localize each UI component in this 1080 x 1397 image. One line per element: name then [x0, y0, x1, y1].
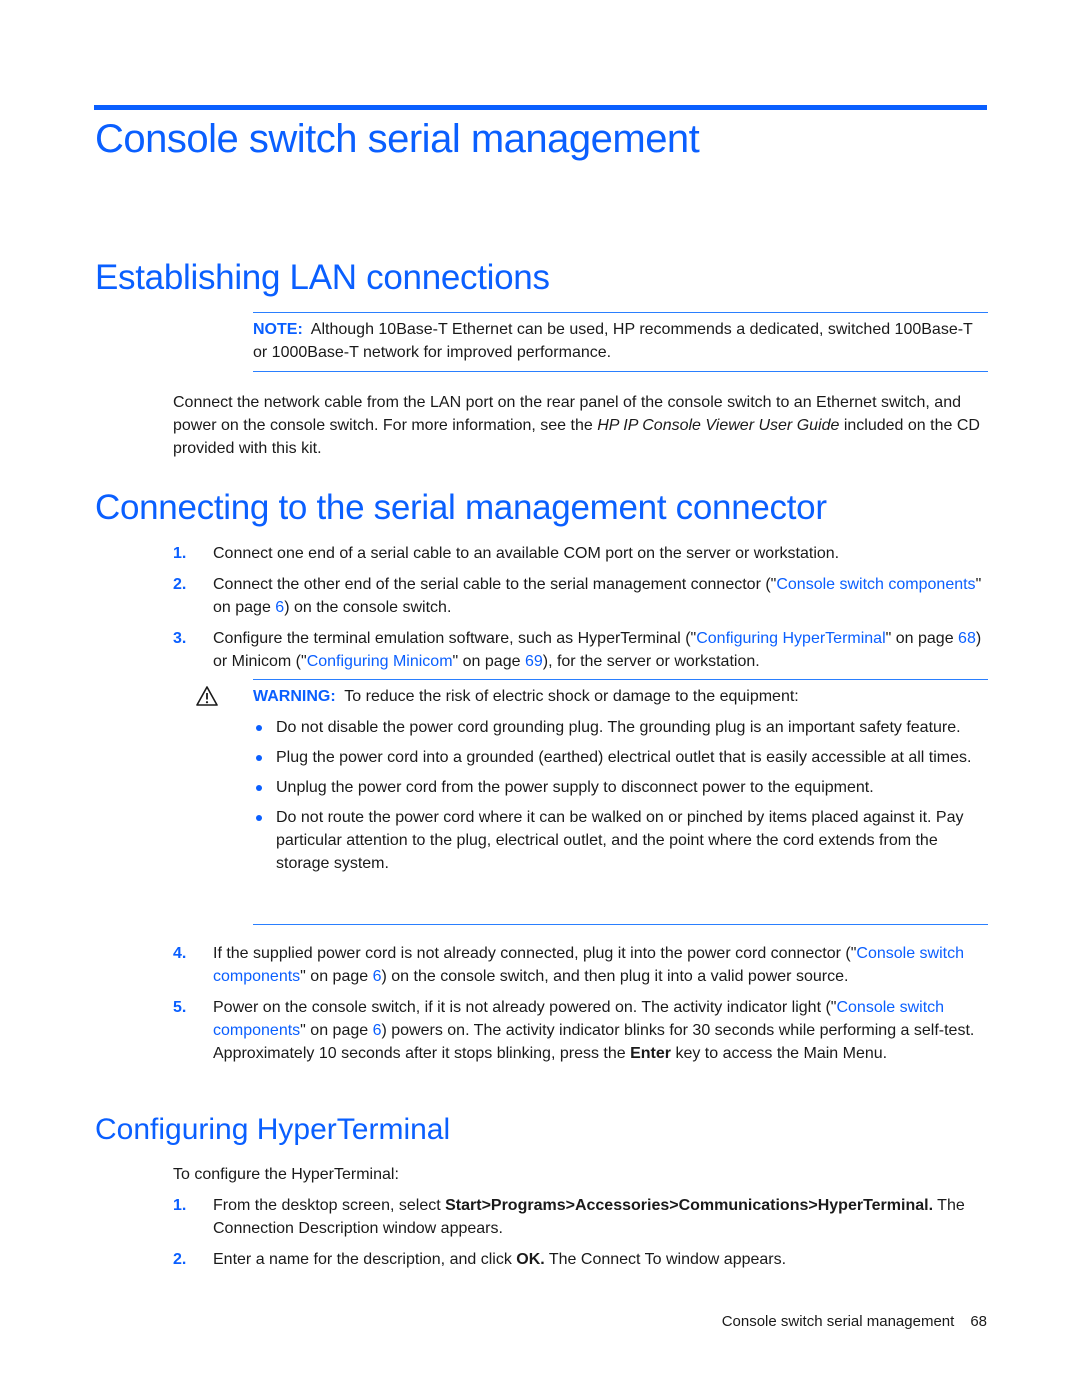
- step-text: Enter a name for the description, and cl…: [213, 1251, 517, 1268]
- bullet-item: Do not disable the power cord grounding …: [253, 716, 988, 739]
- step-item: 1. Connect one end of a serial cable to …: [173, 542, 988, 565]
- step-number: 1.: [173, 545, 187, 562]
- link-page-69[interactable]: 69: [525, 653, 543, 670]
- enter-key-label: Enter: [630, 1045, 672, 1062]
- chapter-title: Console switch serial management: [95, 117, 700, 161]
- menu-path: Start>Programs>Accessories>Communication…: [445, 1197, 934, 1214]
- ok-label: OK.: [516, 1251, 545, 1268]
- bullet-item: Plug the power cord into a grounded (ear…: [253, 746, 988, 769]
- step-text: key to access the Main Menu.: [671, 1045, 888, 1062]
- step-number: 2.: [173, 1251, 187, 1268]
- warning-triangle-icon: [196, 686, 218, 711]
- guide-title: HP IP Console Viewer User Guide: [597, 417, 840, 434]
- lan-paragraph: Connect the network cable from the LAN p…: [173, 391, 988, 460]
- warning-label: WARNING:: [253, 688, 336, 705]
- bullet-text: Do not disable the power cord grounding …: [276, 719, 961, 736]
- step-item: 2. Enter a name for the description, and…: [173, 1248, 988, 1271]
- step-item: 1. From the desktop screen, select Start…: [173, 1194, 988, 1240]
- section-title-serial: Connecting to the serial management conn…: [95, 488, 827, 527]
- step-number: 3.: [173, 630, 187, 647]
- bullet-text: Plug the power cord into a grounded (ear…: [276, 749, 972, 766]
- step-number: 1.: [173, 1197, 187, 1214]
- step-number: 4.: [173, 945, 187, 962]
- step-text: Configure the terminal emulation softwar…: [213, 630, 697, 647]
- step-item: 5. Power on the console switch, if it is…: [173, 996, 988, 1065]
- step-text: The Connect To window appears.: [544, 1251, 787, 1268]
- step-text: If the supplied power cord is not alread…: [213, 945, 857, 962]
- step-text: ), for the server or workstation.: [542, 653, 760, 670]
- link-page-6[interactable]: 6: [275, 599, 284, 616]
- bullet-dot-icon: [256, 725, 262, 731]
- footer-title: Console switch serial management: [721, 1313, 955, 1330]
- chapter-top-rule: [94, 105, 987, 110]
- step-text: " on page: [300, 968, 373, 985]
- step-number: 2.: [173, 576, 187, 593]
- bullet-dot-icon: [256, 785, 262, 791]
- step-item: 3. Configure the terminal emulation soft…: [173, 627, 988, 673]
- warning-top-rule: [253, 679, 988, 680]
- note-box: NOTE: Although 10Base-T Ethernet can be …: [253, 318, 988, 364]
- page-number: 68: [970, 1313, 987, 1330]
- link-page-68[interactable]: 68: [958, 630, 976, 647]
- hyperterminal-intro: To configure the HyperTerminal:: [173, 1166, 399, 1183]
- serial-steps-4-5: 4. If the supplied power cord is not alr…: [173, 942, 988, 1073]
- step-item: 2. Connect the other end of the serial c…: [173, 573, 988, 619]
- serial-steps-1-3: 1. Connect one end of a serial cable to …: [173, 542, 988, 681]
- bullet-item: Do not route the power cord where it can…: [253, 806, 988, 875]
- note-bottom-rule: [253, 371, 988, 372]
- bullet-item: Unplug the power cord from the power sup…: [253, 776, 988, 799]
- note-text: Although 10Base-T Ethernet can be used, …: [253, 321, 973, 361]
- warning-bullets: Do not disable the power cord grounding …: [253, 716, 988, 882]
- section-title-lan: Establishing LAN connections: [95, 258, 550, 297]
- section-title-hyperterminal: Configuring HyperTerminal: [95, 1113, 451, 1146]
- step-text: " on page: [300, 1022, 373, 1039]
- step-text: ) on the console switch, and then plug i…: [381, 968, 849, 985]
- hyperterminal-steps: 1. From the desktop screen, select Start…: [173, 1194, 988, 1279]
- page-footer: Console switch serial management 68: [722, 1313, 987, 1330]
- link-configuring-minicom[interactable]: Configuring Minicom: [307, 653, 453, 670]
- step-text: Power on the console switch, if it is no…: [213, 999, 837, 1016]
- step-text: " on page: [885, 630, 959, 647]
- note-label: NOTE:: [253, 321, 303, 338]
- bullet-dot-icon: [256, 815, 262, 821]
- bullet-text: Do not route the power cord where it can…: [276, 809, 964, 872]
- warning-bottom-rule: [253, 924, 988, 925]
- link-console-switch-components[interactable]: Console switch components: [776, 576, 975, 593]
- note-top-rule: [253, 312, 988, 313]
- step-text: From the desktop screen, select: [213, 1197, 446, 1214]
- bullet-text: Unplug the power cord from the power sup…: [276, 779, 874, 796]
- step-text: Connect the other end of the serial cabl…: [213, 576, 777, 593]
- step-number: 5.: [173, 999, 187, 1016]
- bullet-dot-icon: [256, 755, 262, 761]
- step-item: 4. If the supplied power cord is not alr…: [173, 942, 988, 988]
- step-text: Connect one end of a serial cable to an …: [213, 545, 840, 562]
- link-configuring-hyperterminal[interactable]: Configuring HyperTerminal: [696, 630, 885, 647]
- warning-header: WARNING: To reduce the risk of electric …: [253, 685, 988, 708]
- warning-text: To reduce the risk of electric shock or …: [344, 688, 799, 705]
- step-text: ) on the console switch.: [284, 599, 452, 616]
- step-text: " on page: [452, 653, 525, 670]
